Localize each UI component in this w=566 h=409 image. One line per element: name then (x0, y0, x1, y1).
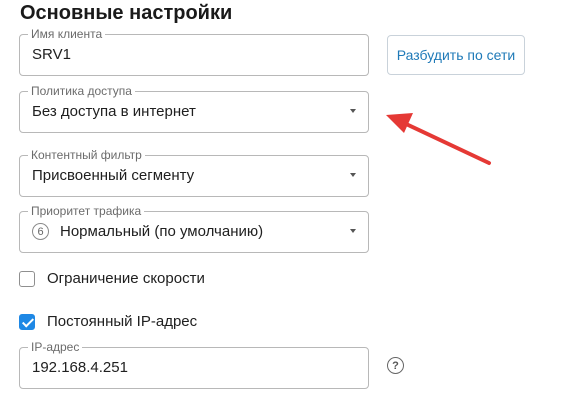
static-ip-label[interactable]: Постоянный IP-адрес (47, 313, 197, 330)
static-ip-row[interactable]: Постоянный IP-адрес (19, 313, 197, 330)
speed-limit-checkbox[interactable] (19, 270, 35, 287)
content-filter-select[interactable]: Контентный фильтр Присвоенный сегменту (19, 147, 369, 197)
chevron-down-icon (350, 173, 356, 177)
traffic-priority-label: Приоритет трафика (28, 203, 145, 219)
client-name-label: Имя клиента (28, 26, 106, 42)
content-filter-value: Присвоенный сегменту (32, 167, 195, 184)
speed-limit-row[interactable]: Ограничение скорости (19, 270, 205, 287)
chevron-down-icon (350, 109, 356, 113)
traffic-priority-value: Нормальный (по умолчанию) (60, 223, 264, 240)
priority-level-icon: 6 (32, 223, 49, 240)
speed-limit-label[interactable]: Ограничение скорости (47, 270, 205, 287)
ip-address-field[interactable]: IP-адрес 192.168.4.251 (19, 339, 369, 389)
ip-address-value[interactable]: 192.168.4.251 (32, 359, 128, 376)
help-icon[interactable]: ? (387, 357, 404, 374)
access-policy-value: Без доступа в интернет (32, 103, 196, 120)
ip-address-label: IP-адрес (28, 339, 83, 355)
wake-on-lan-button[interactable]: Разбудить по сети (387, 35, 525, 75)
access-policy-select[interactable]: Политика доступа Без доступа в интернет (19, 83, 369, 133)
content-filter-label: Контентный фильтр (28, 147, 145, 163)
traffic-priority-select[interactable]: Приоритет трафика 6 Нормальный (по умолч… (19, 203, 369, 253)
section-title: Основные настройки (20, 2, 233, 24)
access-policy-label: Политика доступа (28, 83, 135, 99)
static-ip-checkbox[interactable] (19, 313, 35, 330)
client-name-field[interactable]: Имя клиента SRV1 (19, 26, 369, 76)
chevron-down-icon (350, 229, 356, 233)
client-name-value[interactable]: SRV1 (32, 46, 71, 63)
